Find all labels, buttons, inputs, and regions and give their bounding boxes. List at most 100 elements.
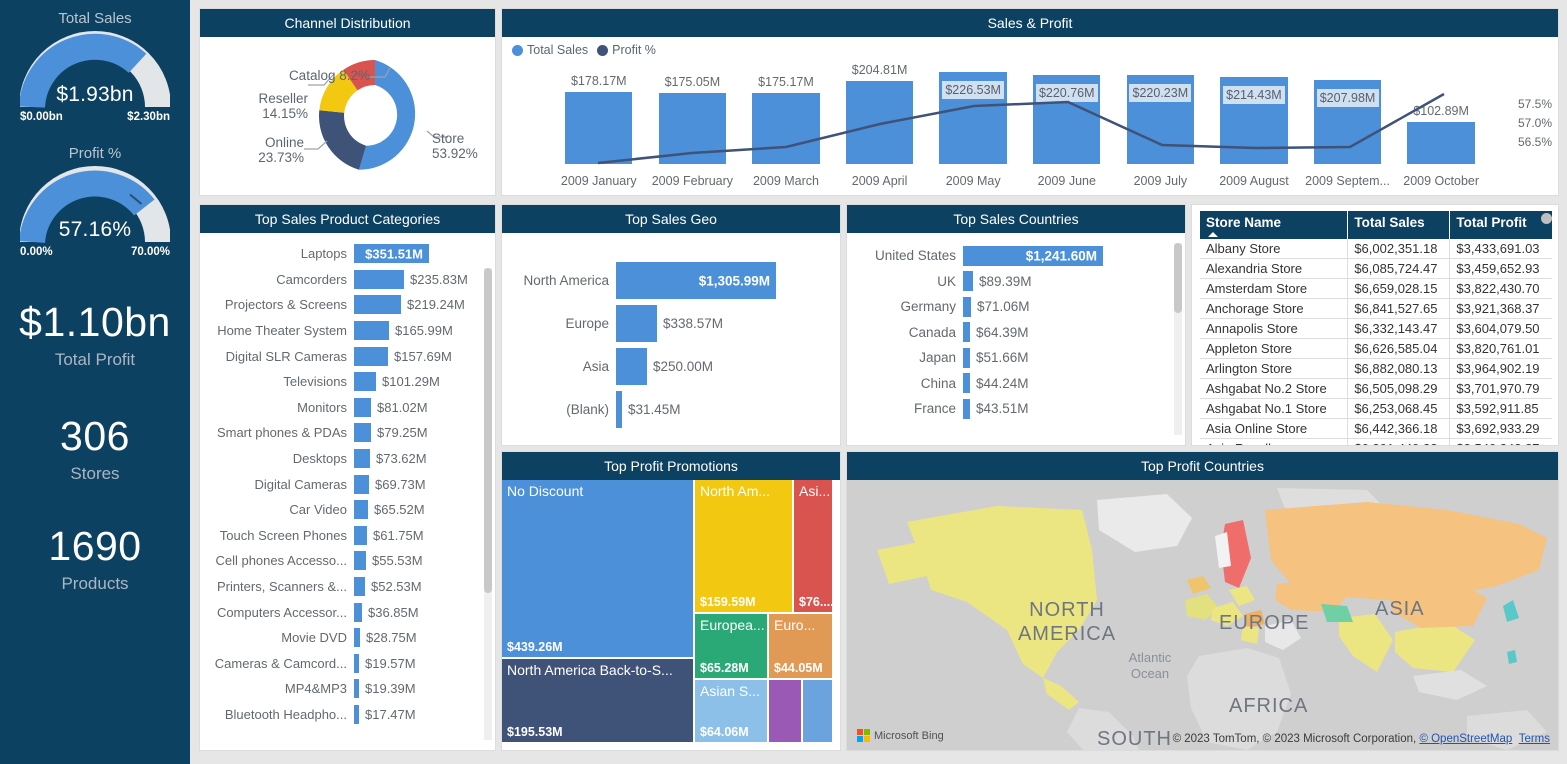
store-table-col-total-profit[interactable]: Total Profit [1450,211,1552,239]
bar-row-fill[interactable] [354,398,371,417]
table-row[interactable]: Appleton Store$6,626,585.04$3,820,761.01 [1200,339,1552,359]
sales-profit-bar[interactable] [659,93,726,164]
bar-row-fill[interactable] [616,391,622,428]
bar-row-fill[interactable] [354,270,404,289]
table-row[interactable]: Albany Store$6,002,351.18$3,433,691.03 [1200,239,1552,259]
bar-row[interactable]: Printers, Scanners &...$52.53M [206,574,473,600]
bar-row[interactable]: Monitors$81.02M [206,395,473,421]
sales-profit-column[interactable]: $204.81M2009 April [833,67,927,195]
bar-row[interactable]: Touch Screen Phones$61.75M [206,523,473,549]
bar-row[interactable]: UK$89.39M [853,269,1163,295]
bar-row[interactable]: Desktops$73.62M [206,446,473,472]
sales-profit-column[interactable]: $175.05M2009 February [646,67,740,195]
bar-row[interactable]: United States$1,241.60M [853,243,1163,269]
store-table-body[interactable]: Store NameTotal SalesTotal Profit Albany… [1192,205,1558,445]
treemap-cell[interactable]: North Am...$159.59M [695,480,792,612]
table-row[interactable]: Asia Online Store$6,442,366.18$3,692,933… [1200,419,1552,439]
treemap-cell[interactable]: Euro...$44.05M [769,614,832,678]
profit-pct-gauge[interactable]: 57.16% [20,166,170,244]
sales-profit-bar[interactable]: $214.43M [1220,77,1287,164]
sales-geo-body[interactable]: North America$1,305.99MEurope$338.57MAsi… [502,233,840,445]
sales-profit-column[interactable]: $214.43M2009 August [1207,67,1301,195]
sales-profit-column[interactable]: $102.89M2009 October [1394,67,1488,195]
bar-row-fill[interactable] [616,305,657,342]
bar-row-fill[interactable] [354,577,365,596]
bar-row-fill[interactable] [354,628,360,647]
bar-row-fill[interactable] [354,603,362,622]
legend-item-total-sales[interactable]: Total Sales [512,43,588,57]
bar-row-fill[interactable] [963,322,970,342]
store-table-header-row[interactable]: Store NameTotal SalesTotal Profit [1200,211,1552,239]
bar-row-fill[interactable] [354,347,388,366]
bar-row[interactable]: Movie DVD$28.75M [206,625,473,651]
sales-profit-bar[interactable] [846,81,913,164]
sales-profit-bar[interactable] [1407,122,1474,164]
bar-row-fill[interactable] [354,295,401,314]
sales-profit-column[interactable]: $175.17M2009 March [739,67,833,195]
world-map[interactable]: NORTHAMERICA EUROPE ASIA AFRICA SOUTH At… [847,480,1558,750]
store-table-body-rows[interactable]: Albany Store$6,002,351.18$3,433,691.03Al… [1200,239,1552,445]
bar-row-fill[interactable] [354,679,359,698]
bar-row[interactable]: Japan$51.66M [853,345,1163,371]
bar-row[interactable]: Europe$338.57M [508,302,830,345]
profit-promotions-body[interactable]: No Discount$439.26MNorth America Back-to… [502,480,840,750]
sales-profit-column[interactable]: $226.53M2009 May [926,67,1020,195]
bar-row-fill[interactable] [354,705,359,724]
table-row[interactable]: Ashgabat No.1 Store$6,253,068.45$3,592,9… [1200,399,1552,419]
bar-row[interactable]: China$44.24M [853,371,1163,397]
table-row[interactable]: Amsterdam Store$6,659,028.15$3,822,430.7… [1200,279,1552,299]
table-row[interactable]: Anchorage Store$6,841,527.65$3,921,368.3… [1200,299,1552,319]
product-categories-bars[interactable]: Laptops$351.51MCamcorders$235.83MProject… [200,233,495,750]
legend-item-profit-pct[interactable]: Profit % [597,43,656,57]
bar-row[interactable]: Car Video$65.52M [206,497,473,523]
bar-row-fill[interactable] [963,373,970,393]
table-row[interactable]: Asia Reseller$6,201,449.22$3,540,243.87 [1200,439,1552,446]
bar-row-fill[interactable] [963,399,970,419]
bar-row-fill[interactable] [963,297,971,317]
bar-row[interactable]: Cameras & Camcord...$19.57M [206,651,473,677]
products-card[interactable]: 1690 Products [48,526,141,594]
stores-card[interactable]: 306 Stores [60,416,130,484]
treemap-cell[interactable]: Europea...$65.28M [695,614,767,678]
bar-row[interactable]: Canada$64.39M [853,320,1163,346]
bar-row[interactable]: Televisions$101.29M [206,369,473,395]
profit-countries-body[interactable]: NORTHAMERICA EUROPE ASIA AFRICA SOUTH At… [847,480,1558,750]
bar-row-fill[interactable] [963,271,973,291]
sales-profit-bar[interactable] [565,92,632,164]
store-table-scroll-area[interactable]: Store NameTotal SalesTotal Profit Albany… [1192,205,1558,445]
sales-profit-column[interactable]: $220.76M2009 June [1020,67,1114,195]
treemap-cell[interactable] [803,680,832,742]
bar-row[interactable]: Smart phones & PDAs$79.25M [206,420,473,446]
openstreetmap-link[interactable]: © OpenStreetMap [1419,733,1512,745]
sales-profit-bar[interactable] [752,93,819,164]
sales-countries-scrollbar[interactable] [1174,243,1182,313]
total-sales-gauge[interactable]: $1.93bn [20,31,170,109]
bar-row-fill[interactable] [354,654,359,673]
bar-row-fill[interactable] [354,449,370,468]
bar-row[interactable]: Projectors & Screens$219.24M [206,292,473,318]
bar-row[interactable]: Germany$71.06M [853,294,1163,320]
bar-row-fill[interactable] [616,348,647,385]
terms-link[interactable]: Terms [1519,733,1550,745]
bar-row[interactable]: Home Theater System$165.99M [206,318,473,344]
bar-row-fill[interactable] [963,348,970,368]
store-table[interactable]: Store NameTotal SalesTotal Profit Albany… [1200,211,1552,445]
bar-row[interactable]: (Blank)$31.45M [508,388,830,431]
bar-row-fill[interactable] [354,551,366,570]
bar-row-fill[interactable] [354,372,376,391]
bar-row[interactable]: Bluetooth Headpho...$17.47M [206,702,473,728]
bar-row-fill[interactable] [354,321,389,340]
store-table-col-store-name[interactable]: Store Name [1200,211,1348,239]
bar-row[interactable]: MP4&MP3$19.39M [206,676,473,702]
sales-profit-bar[interactable]: $207.98M [1314,80,1381,164]
sales-profit-column[interactable]: $220.23M2009 July [1114,67,1208,195]
sales-profit-bar[interactable]: $220.76M [1033,75,1100,164]
bing-logo[interactable]: Microsoft Bing [857,729,944,742]
total-profit-card[interactable]: $1.10bn Total Profit [19,302,171,370]
bar-row[interactable]: Digital SLR Cameras$157.69M [206,343,473,369]
treemap-cell[interactable]: Asian S...$64.06M [695,680,767,742]
bar-row[interactable]: France$43.51M [853,396,1163,422]
sales-profit-bar[interactable]: $226.53M [939,72,1006,164]
table-row[interactable]: Ashgabat No.2 Store$6,505,098.29$3,701,9… [1200,379,1552,399]
product-categories-scrollbar[interactable] [484,268,492,593]
